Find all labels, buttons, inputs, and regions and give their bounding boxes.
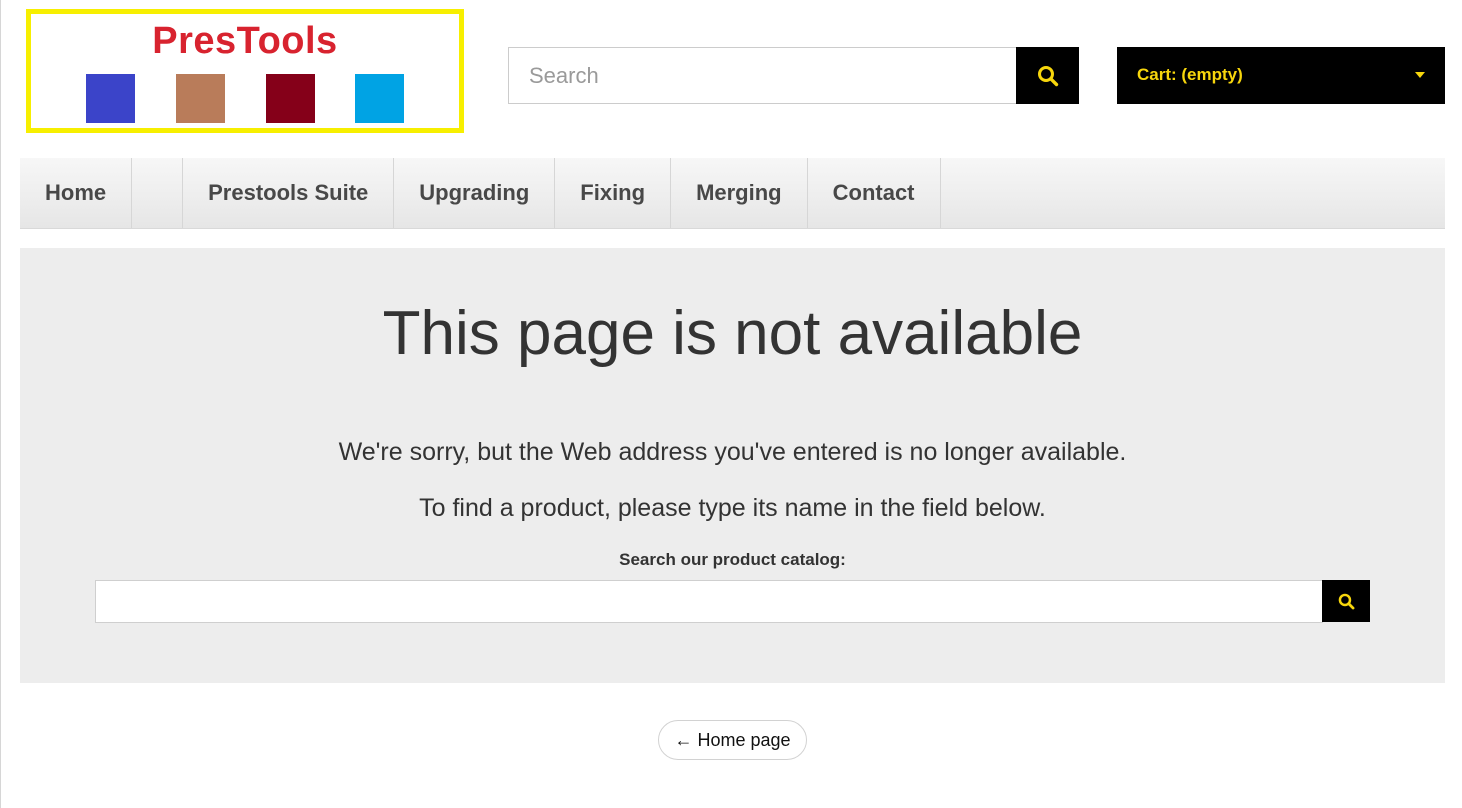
cart-button[interactable]: Cart: (empty) xyxy=(1117,47,1445,104)
nav-item-empty[interactable] xyxy=(132,158,184,228)
cart-label: Cart: (empty) xyxy=(1137,65,1243,84)
home-page-button[interactable]: ← Home page xyxy=(658,720,807,760)
main-nav: Home Prestools Suite Upgrading Fixing Me… xyxy=(20,158,1445,229)
nav-item-home[interactable]: Home xyxy=(20,158,133,228)
catalog-search-button[interactable] xyxy=(1322,580,1370,622)
page-left-border xyxy=(0,0,1,808)
header-search-box xyxy=(508,47,1018,104)
search-icon xyxy=(1037,65,1058,86)
page-title: This page is not available xyxy=(382,299,1083,368)
header-search-button[interactable] xyxy=(1016,47,1079,104)
left-arrow-icon: ← xyxy=(674,729,693,750)
catalog-search-box xyxy=(95,580,1323,623)
search-hint: To find a product, please type its name … xyxy=(419,494,1046,522)
logo-swatch-blue xyxy=(86,74,135,123)
logo-swatch-cyan xyxy=(355,74,404,123)
caret-down-icon xyxy=(1415,72,1425,78)
catalog-search-input[interactable] xyxy=(96,581,1322,622)
catalog-search-label: Search our product catalog: xyxy=(619,550,846,569)
logo-swatch-brown xyxy=(176,74,225,123)
logo-text: PresTools xyxy=(152,20,338,62)
site-logo[interactable]: PresTools xyxy=(26,9,464,133)
nav-item-prestools-suite[interactable]: Prestools Suite xyxy=(183,158,395,228)
not-found-panel: This page is not available We're sorry, … xyxy=(20,248,1445,683)
logo-swatch-maroon xyxy=(266,74,315,123)
error-message: We're sorry, but the Web address you've … xyxy=(338,438,1127,466)
nav-item-merging[interactable]: Merging xyxy=(671,158,808,228)
nav-item-upgrading[interactable]: Upgrading xyxy=(394,158,556,228)
nav-item-contact[interactable]: Contact xyxy=(808,158,941,228)
home-page-label: Home page xyxy=(697,729,791,750)
header-search-input[interactable] xyxy=(509,48,1017,103)
search-icon xyxy=(1338,593,1354,609)
nav-item-fixing[interactable]: Fixing xyxy=(555,158,672,228)
